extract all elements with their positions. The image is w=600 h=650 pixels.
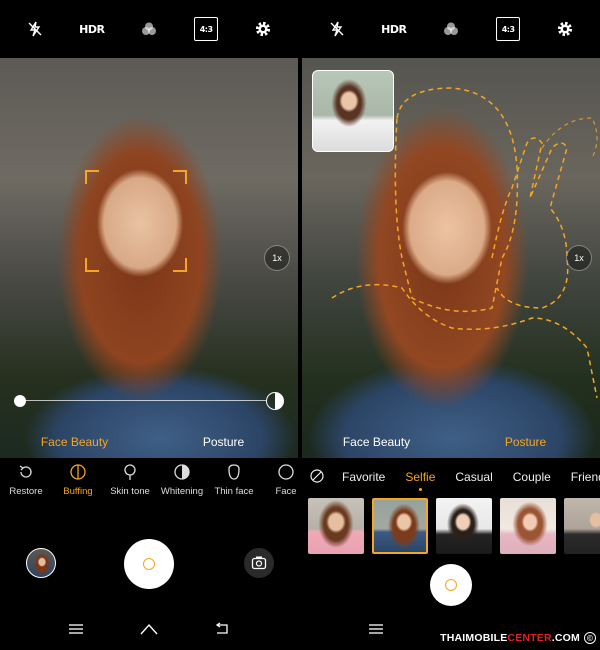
back-icon[interactable]: [214, 621, 230, 641]
contrast-icon[interactable]: [266, 392, 284, 410]
shutter-button[interactable]: [430, 564, 472, 606]
aspect-ratio-button[interactable]: 4:3: [194, 17, 219, 41]
tool-label: Skin tone: [110, 486, 150, 497]
pose-thumbnails: [308, 498, 600, 556]
tool-face[interactable]: Face: [260, 462, 298, 497]
switch-camera-icon[interactable]: [244, 548, 274, 578]
category-friends[interactable]: Friends: [561, 470, 600, 484]
pose-thumbnail[interactable]: [564, 498, 600, 554]
watermark-part: CENTER: [507, 632, 552, 644]
zoom-button[interactable]: 1x: [566, 245, 592, 271]
copyright-icon: ©: [584, 632, 596, 644]
tool-label: Whitening: [160, 486, 204, 497]
camera-viewfinder[interactable]: 1x: [302, 58, 600, 458]
top-toolbar: HDR 4:3: [302, 0, 600, 58]
gear-icon[interactable]: [553, 17, 577, 41]
pose-categories: Favorite Selfie Casual Couple Friends: [302, 460, 600, 494]
hdr-toggle[interactable]: HDR: [79, 17, 105, 41]
gear-icon[interactable]: [251, 17, 275, 41]
tool-label: Thin face: [214, 486, 254, 497]
whitening-icon: [172, 462, 192, 482]
pose-thumbnail[interactable]: [308, 498, 364, 554]
tool-restore[interactable]: Restore: [0, 462, 52, 497]
tool-label: Restore: [9, 486, 43, 497]
top-toolbar: HDR 4:3: [0, 0, 298, 58]
beauty-tools: Restore Buffing Skin tone Whitening Thin…: [0, 458, 298, 508]
tool-buffing[interactable]: Buffing: [52, 462, 104, 497]
menu-icon[interactable]: [368, 622, 384, 640]
tool-skin-tone[interactable]: Skin tone: [104, 462, 156, 497]
beauty-camera-screen: HDR 4:3 1x Face Beauty Posture Restore B: [0, 0, 298, 650]
tab-face-beauty[interactable]: Face Beauty: [302, 435, 451, 449]
zoom-button[interactable]: 1x: [264, 245, 290, 271]
system-navbar: [0, 618, 298, 644]
watermark-part: .COM: [551, 632, 580, 644]
filter-icon[interactable]: [137, 17, 161, 41]
tab-posture[interactable]: Posture: [451, 435, 600, 449]
watermark: THAIMOBILE CENTER .COM ©: [440, 632, 596, 644]
face-detection-frame: [85, 170, 187, 272]
thin-face-icon: [224, 462, 244, 482]
no-pose-icon[interactable]: [302, 468, 332, 486]
beauty-level-slider[interactable]: [14, 392, 284, 410]
shutter-area: [302, 564, 600, 606]
restore-icon: [16, 462, 36, 482]
pose-thumbnail-selected[interactable]: [372, 498, 428, 554]
flash-off-icon[interactable]: [23, 17, 47, 41]
filter-icon[interactable]: [439, 17, 463, 41]
flash-off-icon[interactable]: [325, 17, 349, 41]
buffing-icon: [68, 462, 88, 482]
category-selfie[interactable]: Selfie: [395, 470, 445, 491]
camera-viewfinder[interactable]: 1x: [0, 58, 298, 458]
category-casual[interactable]: Casual: [445, 470, 502, 484]
tool-label: Face: [275, 486, 297, 497]
mode-tabs: Face Beauty Posture: [302, 428, 600, 456]
category-couple[interactable]: Couple: [503, 470, 561, 484]
pose-thumbnail[interactable]: [500, 498, 556, 554]
watermark-part: THAIMOBILE: [440, 632, 508, 644]
slider-thumb[interactable]: [14, 395, 26, 407]
home-icon[interactable]: [139, 622, 159, 641]
menu-icon[interactable]: [68, 622, 84, 640]
tool-whitening[interactable]: Whitening: [156, 462, 208, 497]
tab-face-beauty[interactable]: Face Beauty: [0, 435, 149, 449]
pose-reference-thumbnail[interactable]: [312, 70, 394, 152]
posture-camera-screen: HDR 4:3 1x Face Beauty Posture Favorite …: [302, 0, 600, 650]
skin-tone-icon: [120, 462, 140, 482]
aspect-ratio-button[interactable]: 4:3: [496, 17, 521, 41]
pose-thumbnail[interactable]: [436, 498, 492, 554]
tab-posture[interactable]: Posture: [149, 435, 298, 449]
mode-tabs: Face Beauty Posture: [0, 428, 298, 456]
tool-thin-face[interactable]: Thin face: [208, 462, 260, 497]
tool-label: Buffing: [63, 486, 93, 497]
hdr-toggle[interactable]: HDR: [381, 17, 407, 41]
category-favorite[interactable]: Favorite: [332, 470, 395, 484]
shutter-button[interactable]: [124, 539, 174, 589]
face-icon: [276, 462, 296, 482]
